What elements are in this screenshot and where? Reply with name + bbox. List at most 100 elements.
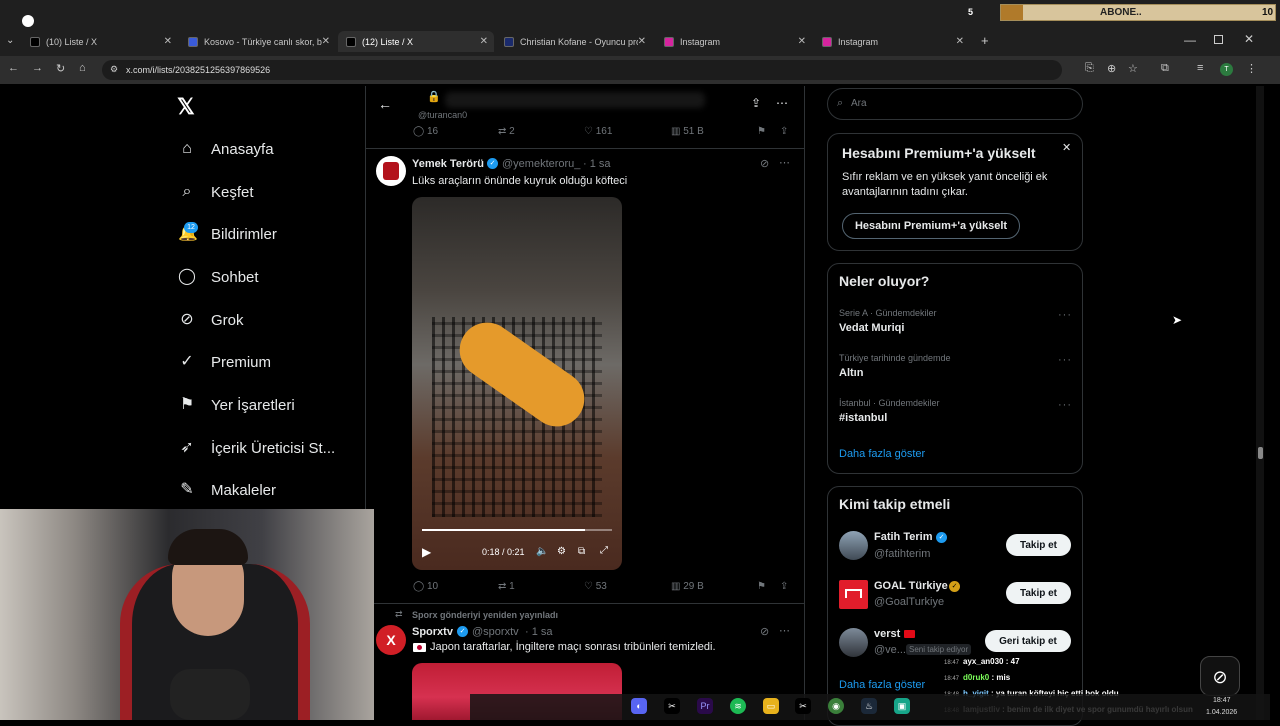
reply-count-top[interactable]: ◯ 16: [413, 126, 438, 137]
post-more-icon[interactable]: ⋯: [779, 156, 790, 169]
grok-post-icon[interactable]: ⊘: [760, 157, 769, 170]
new-tab-button[interactable]: +: [981, 33, 989, 48]
follow-name[interactable]: Fatih Terim: [874, 531, 932, 543]
post-author-name[interactable]: Sporxtv: [412, 626, 453, 638]
premiere-icon[interactable]: Pr: [697, 698, 713, 714]
tab-close-icon[interactable]: ✕: [638, 36, 646, 47]
follow-button[interactable]: Takip et: [1006, 582, 1071, 604]
maximize-icon[interactable]: [1214, 35, 1223, 44]
trend-more-icon[interactable]: ···: [1058, 309, 1072, 321]
x-logo[interactable]: 𝕏: [177, 94, 195, 120]
tab-close-icon[interactable]: ✕: [480, 36, 488, 47]
like-count-top[interactable]: ♡ 161: [584, 126, 612, 137]
trends-show-more-link[interactable]: Daha fazla göster: [839, 448, 925, 460]
close-icon[interactable]: ✕: [1062, 141, 1071, 154]
app-icon[interactable]: ▣: [894, 698, 910, 714]
page-scrollbar-thumb[interactable]: [1258, 447, 1263, 459]
sidebar-item-chat[interactable]: ◯ Sohbet: [178, 268, 259, 286]
site-info-icon[interactable]: ⚙: [110, 64, 118, 75]
browser-tab[interactable]: (12) Liste / X ✕: [338, 31, 494, 52]
browser-tab[interactable]: Kosovo - Türkiye canlı skor, baş ✕: [180, 31, 336, 52]
post-time[interactable]: · 1 sa: [583, 158, 611, 170]
share-post-icon[interactable]: ⇪: [780, 126, 788, 137]
share-icon[interactable]: ⇪: [751, 96, 761, 110]
premium-upgrade-button[interactable]: Hesabını Premium+'a yükselt: [842, 213, 1020, 239]
follow-name[interactable]: verst: [874, 628, 900, 640]
page-scrollbar[interactable]: [1256, 86, 1264, 720]
post-time[interactable]: · 1 sa: [525, 626, 553, 638]
tab-close-icon[interactable]: ✕: [322, 36, 330, 47]
menu-icon[interactable]: ⋮: [1246, 62, 1257, 75]
share-post-icon[interactable]: ⇪: [780, 581, 788, 592]
avatar[interactable]: [839, 628, 868, 657]
file-explorer-icon[interactable]: ▭: [763, 698, 779, 714]
follow-handle[interactable]: @GoalTurkiye: [874, 596, 944, 608]
play-icon[interactable]: ▶: [422, 545, 431, 559]
url-field[interactable]: x.com/i/lists/2038251256397869526: [102, 60, 1062, 80]
browser-tab[interactable]: Christian Kofane - Oyuncu profil ✕: [496, 31, 652, 52]
minimize-icon[interactable]: —: [1184, 33, 1196, 47]
post-author-handle[interactable]: @yemekteroru_: [502, 158, 580, 170]
grok-post-icon[interactable]: ⊘: [760, 625, 769, 638]
bookmark-icon[interactable]: ⚑: [757, 126, 766, 137]
grok-floating-button[interactable]: ⊘: [1200, 656, 1240, 696]
trend-more-icon[interactable]: ···: [1058, 354, 1072, 366]
avatar[interactable]: X: [376, 625, 406, 655]
search-input[interactable]: Ara: [851, 98, 867, 109]
follow-show-more-link[interactable]: Daha fazla göster: [839, 679, 925, 691]
back-arrow-icon[interactable]: ←: [378, 96, 392, 112]
zoom-icon[interactable]: ⊕: [1107, 62, 1116, 75]
extensions-icon[interactable]: ⧉: [1161, 62, 1169, 75]
forward-icon[interactable]: →: [32, 62, 43, 74]
settings-icon[interactable]: ⚙: [557, 546, 566, 557]
spotify-icon[interactable]: ≋: [730, 698, 746, 714]
reply-count[interactable]: ◯ 10: [413, 581, 438, 592]
back-icon[interactable]: ←: [8, 62, 19, 74]
repost-count[interactable]: ⇄ 1: [498, 581, 515, 592]
browser-tab[interactable]: (10) Liste / X ✕: [22, 31, 178, 52]
close-window-icon[interactable]: ✕: [1244, 32, 1254, 46]
sidebar-item-grok[interactable]: ⊘ Grok: [178, 311, 243, 329]
install-icon[interactable]: ⎘: [1085, 62, 1094, 75]
video-player[interactable]: ▶ 0:18 / 0:21 🔈 ⚙ ⧉ ⤢: [412, 197, 622, 570]
tab-list-chevron-icon[interactable]: ⌄: [6, 35, 14, 46]
reading-list-icon[interactable]: ≡: [1197, 62, 1203, 74]
tab-close-icon[interactable]: ✕: [956, 36, 964, 47]
fullscreen-icon[interactable]: ⤢: [600, 545, 608, 556]
sidebar-item-verified[interactable]: ✓ Premium: [178, 353, 271, 371]
follow-button[interactable]: Takip et: [1006, 534, 1071, 556]
like-count[interactable]: ♡ 53: [584, 581, 607, 592]
view-count[interactable]: ▥ 29 B: [671, 581, 704, 592]
follow-handle[interactable]: @fatihterim: [874, 548, 930, 560]
sidebar-item-article[interactable]: ✎ Makaleler: [178, 481, 276, 499]
discord-icon[interactable]: ◐: [631, 698, 647, 714]
tab-close-icon[interactable]: ✕: [164, 36, 172, 47]
more-options-icon[interactable]: ⋯: [776, 96, 788, 110]
follow-name[interactable]: GOAL Türkiye: [874, 580, 948, 592]
taskbar-clock[interactable]: 18:47: [1213, 697, 1231, 704]
avatar[interactable]: [839, 580, 868, 609]
follow-back-button[interactable]: Geri takip et: [985, 630, 1071, 652]
repost-label[interactable]: Sporx gönderiyi yeniden yayınladı: [412, 610, 558, 620]
bookmark-star-icon[interactable]: ☆: [1128, 62, 1138, 75]
view-count-top[interactable]: ▥ 51 B: [671, 126, 704, 137]
browser-tab[interactable]: Instagram ✕: [814, 31, 970, 52]
avatar[interactable]: [839, 531, 868, 560]
sidebar-item-bookmark[interactable]: ⚑ Yer İşaretleri: [178, 396, 295, 414]
post-author-handle[interactable]: @sporxtv: [472, 626, 519, 638]
sidebar-item-home[interactable]: ⌂ Anasayfa: [178, 140, 273, 158]
profile-avatar[interactable]: T: [1220, 63, 1233, 76]
browser-tab[interactable]: Instagram ✕: [656, 31, 812, 52]
capcut-icon[interactable]: ✂: [795, 698, 811, 714]
chrome-icon[interactable]: ◉: [828, 698, 844, 714]
taskbar-date[interactable]: 1.04.2026: [1206, 709, 1237, 716]
capcut-icon[interactable]: ✂: [664, 698, 680, 714]
home-page-icon[interactable]: ⌂: [79, 62, 86, 74]
post-more-icon[interactable]: ⋯: [779, 624, 790, 637]
follow-handle[interactable]: @ve...: [874, 644, 906, 656]
tab-close-icon[interactable]: ✕: [798, 36, 806, 47]
avatar[interactable]: [376, 156, 406, 186]
post-author-name[interactable]: Yemek Terörü: [412, 158, 484, 170]
pip-icon[interactable]: ⧉: [578, 546, 585, 557]
steam-icon[interactable]: ♨: [861, 698, 877, 714]
